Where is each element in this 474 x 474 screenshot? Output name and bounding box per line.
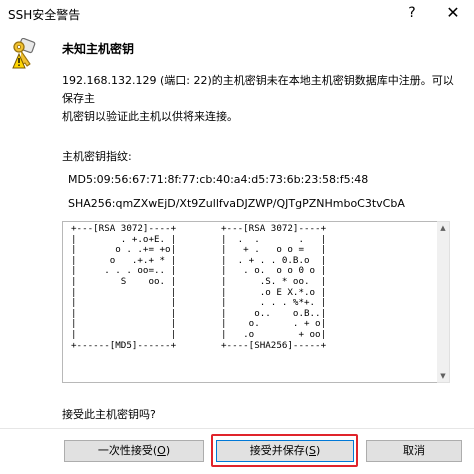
fingerprint-sha256: SHA256:qmZXwEjD/Xt9ZullfvaDJZWP/QJTgPZNH… [68,197,405,210]
accept-save-button[interactable]: 接受并保存(S) [216,440,354,462]
footer-divider [0,428,474,429]
close-button[interactable]: ✕ [440,2,466,24]
randomart-md5: +---[RSA 3072]----+ | . +.o+E. | | o . .… [71,223,177,351]
accept-once-button[interactable]: 一次性接受(O) [64,440,204,462]
cancel-button[interactable]: 取消 [366,440,462,462]
fingerprint-md5: MD5:09:56:67:71:8f:77:cb:40:a4:d5:73:6b:… [68,173,369,186]
randomart-scrollbar[interactable]: ▲ ▼ [437,221,450,383]
accept-save-mnemonic: S [309,444,316,457]
header-title: 未知主机密钥 [62,42,135,56]
scroll-up-icon[interactable]: ▲ [437,222,449,234]
accept-save-label: 接受并保存 [249,444,305,457]
accept-question: 接受此主机密钥吗? [62,408,156,421]
window-title: SSH安全警告 [8,8,81,22]
scroll-down-icon[interactable]: ▼ [437,370,449,382]
help-button[interactable]: ? [400,2,424,24]
title-bar: SSH安全警告 ? ✕ [0,0,474,28]
accept-once-label: 一次性接受 [97,444,153,457]
description-line-2: 机密钥以验证此主机以供将来连接。 [62,110,238,123]
randomart-sha256: +---[RSA 3072]----+ | . . . | | + . o o … [221,223,327,351]
description-line-1: 192.168.132.129 (端口: 22)的主机密钥未在本地主机密钥数据库… [62,74,454,105]
fingerprint-label: 主机密钥指纹: [62,150,132,163]
key-icon [12,38,36,69]
randomart-panel[interactable]: +---[RSA 3072]----+ | . +.o+E. | | o . .… [62,221,438,383]
accept-once-mnemonic: O [157,444,166,457]
description: 192.168.132.129 (端口: 22)的主机密钥未在本地主机密钥数据库… [62,72,460,126]
